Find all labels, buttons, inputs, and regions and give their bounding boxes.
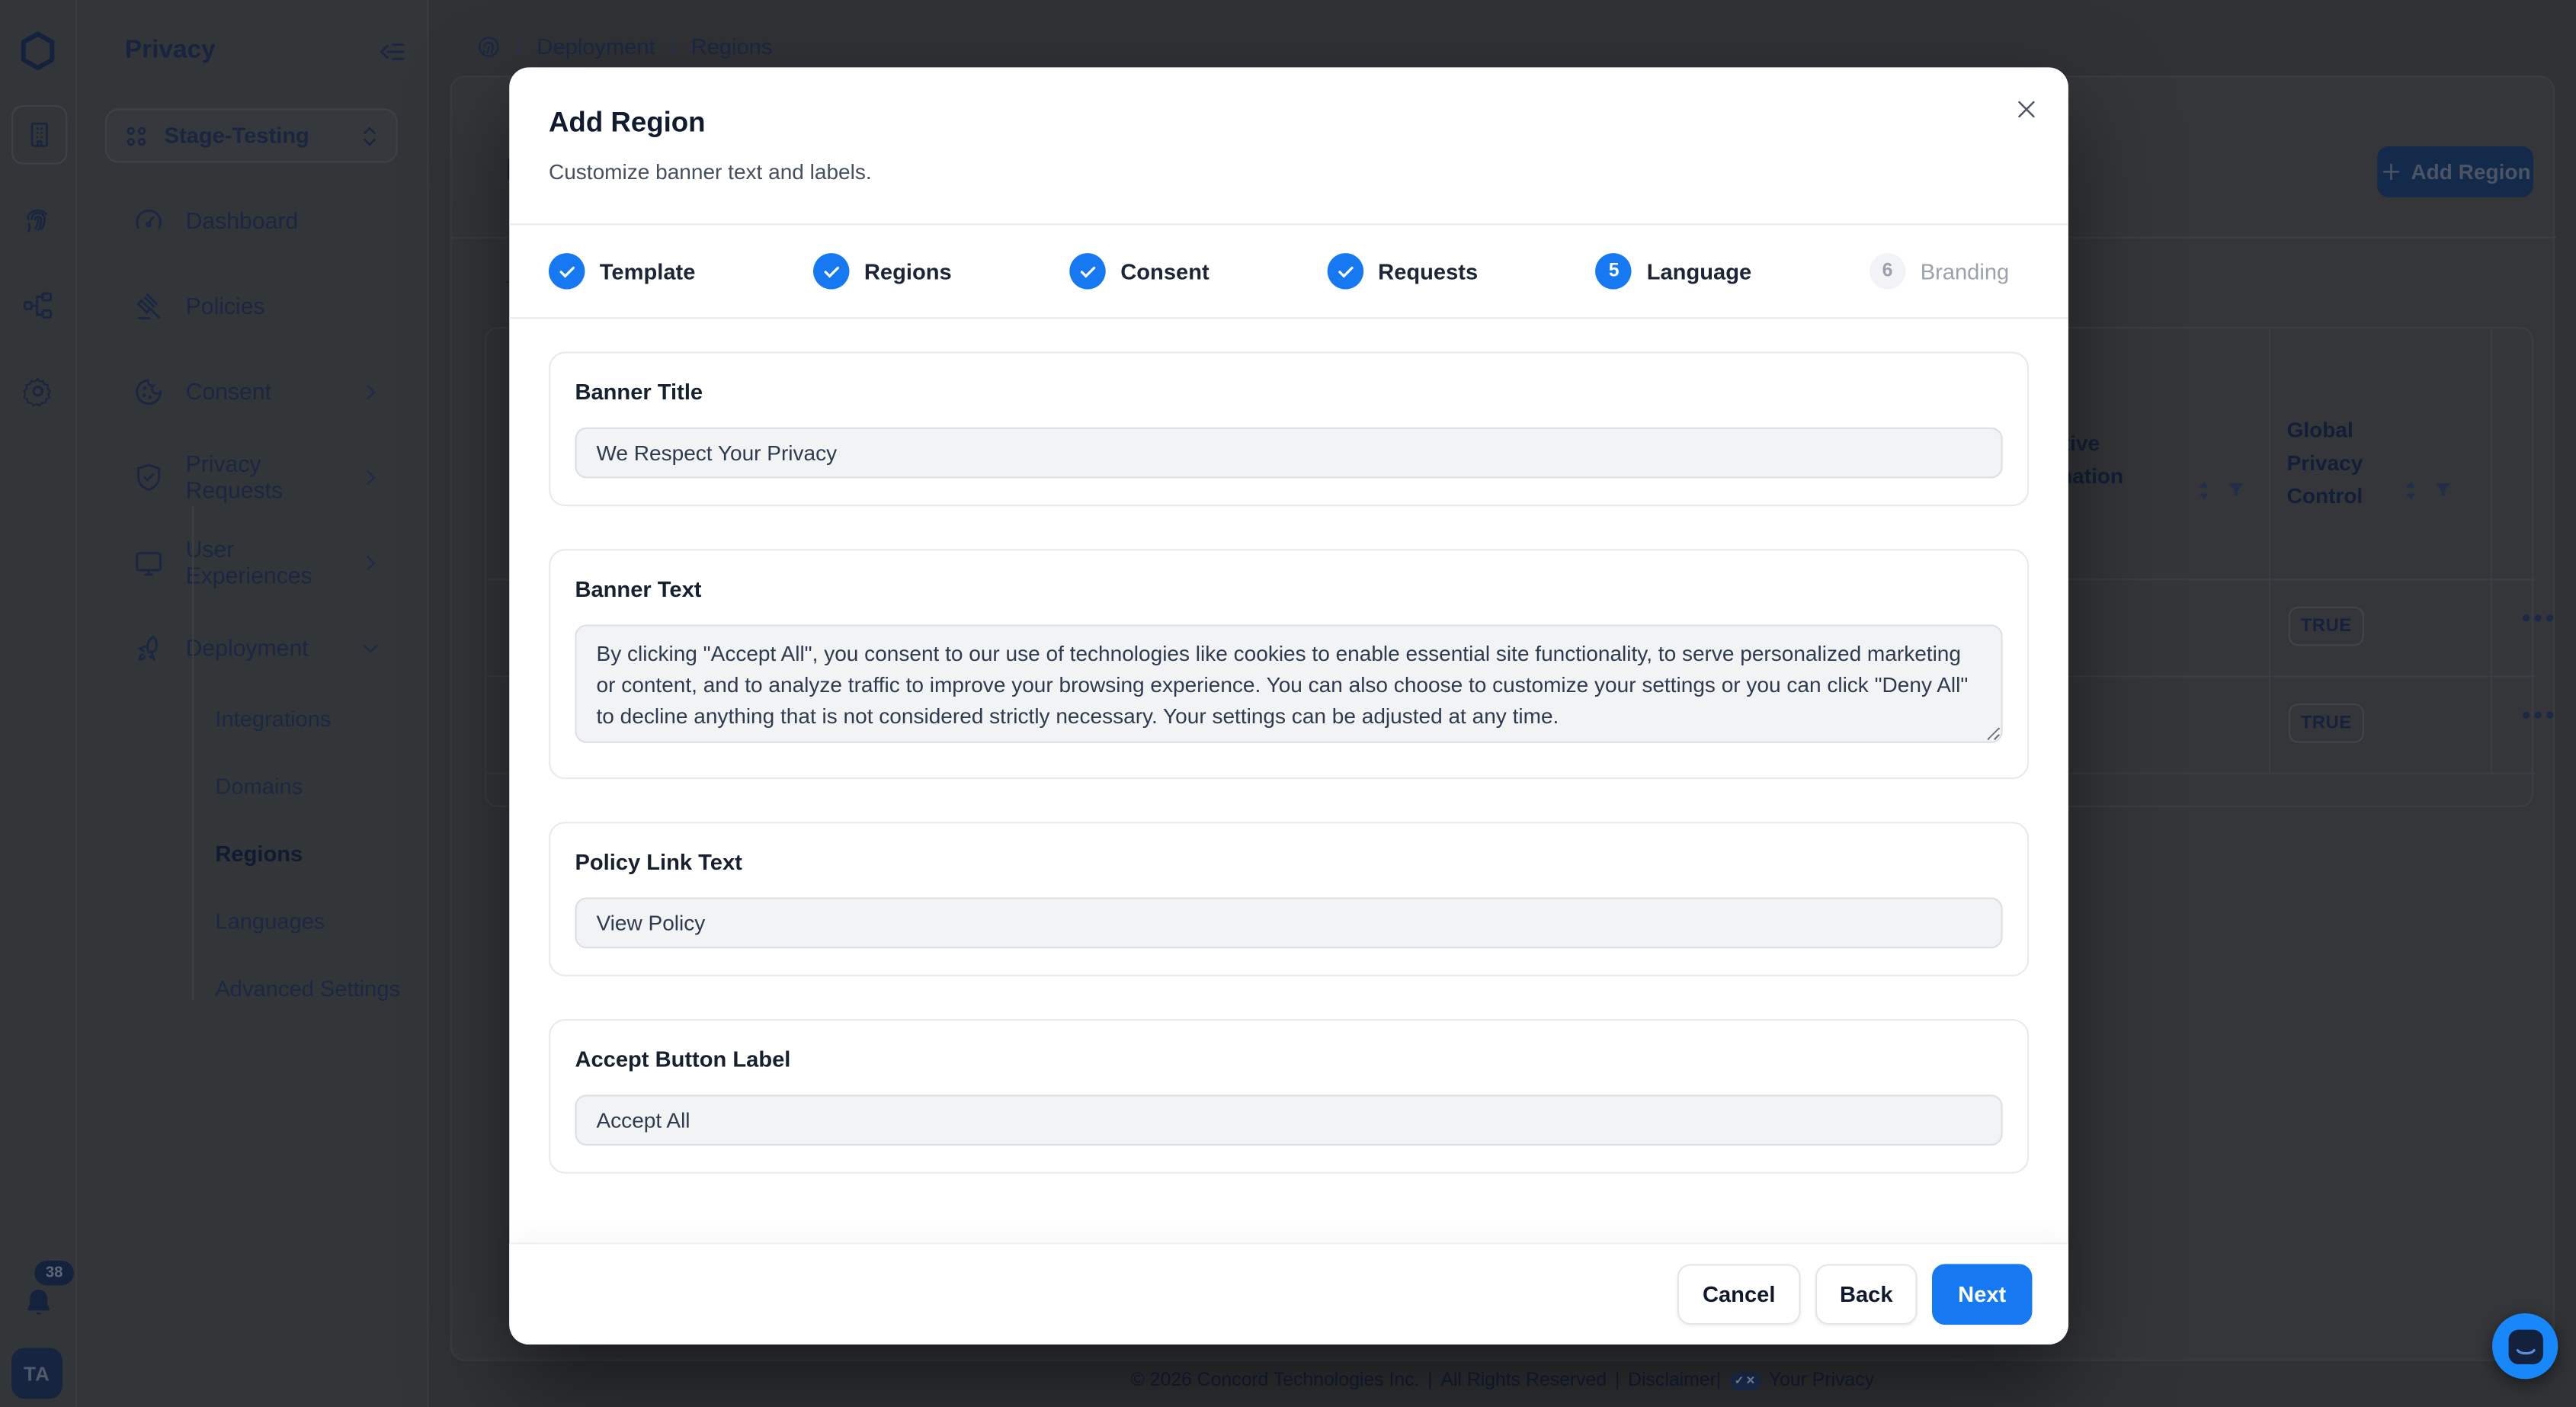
step-check-icon	[1327, 253, 1363, 289]
step-check-icon	[549, 253, 585, 289]
cookie-icon	[133, 376, 165, 407]
gear-icon[interactable]	[0, 375, 75, 408]
next-button[interactable]: Next	[1932, 1264, 2032, 1325]
rocket-icon	[133, 632, 165, 663]
row-actions-menu[interactable]: •••	[2522, 605, 2558, 633]
breadcrumb-deployment[interactable]: Deployment	[537, 34, 655, 59]
row-actions-menu[interactable]: •••	[2522, 702, 2558, 730]
modal-title: Add Region	[549, 107, 706, 139]
chevron-updown-icon	[360, 124, 380, 147]
gpc-true-badge: TRUE	[2289, 704, 2364, 743]
sidebar-item-privacy-requests[interactable]: Privacy Requests	[100, 444, 404, 509]
plus-icon	[2379, 161, 2401, 182]
field-label: Policy Link Text	[575, 850, 2002, 874]
step-check-icon	[1069, 253, 1105, 289]
sidebar-item-policies[interactable]: Policies	[100, 273, 404, 338]
accept-button-label-input[interactable]	[575, 1095, 2002, 1146]
chat-smile-icon	[2508, 1329, 2542, 1364]
modal-body: Banner Title Banner Text By clicking "Ac…	[509, 319, 2068, 1210]
sidebar-item-deployment[interactable]: Deployment	[100, 615, 404, 681]
breadcrumb-regions[interactable]: Regions	[691, 34, 773, 59]
sort-icon	[2195, 480, 2213, 502]
step-number: 5	[1596, 253, 1632, 289]
sidebar-collapse-icon[interactable]	[376, 36, 408, 67]
banner-text-card: Banner Text By clicking "Accept All", yo…	[549, 549, 2029, 779]
step-check-icon	[813, 253, 849, 289]
add-region-button[interactable]: Add Region	[2377, 146, 2533, 197]
add-region-modal: Add Region Customize banner text and lab…	[509, 67, 2068, 1345]
modal-footer: Cancel Back Next	[509, 1242, 2068, 1345]
monitor-icon	[133, 546, 165, 578]
step-number: 6	[1870, 253, 1905, 289]
chat-launcher-button[interactable]	[2492, 1313, 2558, 1379]
close-icon[interactable]	[2007, 91, 2043, 127]
accept-button-label-card: Accept Button Label	[549, 1019, 2029, 1174]
bell-icon[interactable]	[0, 1285, 75, 1319]
chevron-right-icon	[360, 466, 381, 487]
cancel-button[interactable]: Cancel	[1677, 1264, 1801, 1325]
icon-rail: 38 TA	[0, 0, 77, 1407]
app-title: Privacy	[125, 36, 216, 66]
fingerprint-icon[interactable]	[0, 204, 75, 236]
disclaimer-link[interactable]: Disclaimer|	[1628, 1371, 1721, 1391]
site-footer: © 2026 Concord Technologies Inc. | All R…	[429, 1371, 2576, 1391]
step-language[interactable]: 5 Language	[1596, 253, 1751, 289]
step-template[interactable]: Template	[549, 253, 695, 289]
shield-check-icon	[133, 461, 165, 492]
app-root: 38 TA Privacy Stage-Testing Dashboard Po…	[0, 0, 2576, 1407]
chevron-down-icon	[360, 637, 381, 659]
chevron-right-icon	[360, 380, 381, 402]
sidebar-item-consent[interactable]: Consent	[100, 358, 404, 424]
banner-title-input[interactable]	[575, 428, 2002, 479]
field-label: Banner Title	[575, 380, 2002, 404]
org-chart-icon[interactable]	[0, 290, 75, 322]
subnav-indent-line	[192, 506, 194, 999]
sidebar: Privacy Stage-Testing Dashboard Policies…	[77, 0, 428, 1407]
workspace-name: Stage-Testing	[165, 123, 345, 148]
sort-icon	[2401, 480, 2420, 502]
privacy-options-icon: ✓✕	[1729, 1372, 1761, 1390]
user-avatar[interactable]: TA	[11, 1348, 62, 1399]
field-label: Accept Button Label	[575, 1047, 2002, 1072]
column-header-global-privacy-control[interactable]: Global Privacy Control	[2287, 414, 2402, 513]
policy-link-text-input[interactable]	[575, 897, 2002, 948]
gauge-icon	[133, 204, 165, 236]
back-button[interactable]: Back	[1815, 1264, 1918, 1325]
gpc-true-badge: TRUE	[2289, 607, 2364, 646]
gavel-icon	[133, 290, 165, 322]
chevron-right-icon	[360, 552, 381, 573]
fingerprint-icon	[476, 34, 501, 59]
sidebar-item-user-experiences[interactable]: User Experiences	[100, 529, 404, 595]
policy-link-text-card: Policy Link Text	[549, 822, 2029, 976]
building-icon[interactable]	[11, 105, 67, 165]
field-label: Banner Text	[575, 577, 2002, 601]
filter-icon	[2226, 480, 2246, 500]
step-branding[interactable]: 6 Branding	[1870, 253, 2009, 289]
banner-text-textarea[interactable]: By clicking "Accept All", you consent to…	[575, 624, 2002, 742]
sidebar-header: Privacy	[77, 23, 427, 79]
step-consent[interactable]: Consent	[1069, 253, 1209, 289]
step-regions[interactable]: Regions	[813, 253, 952, 289]
your-privacy-link[interactable]: Your Privacy	[1769, 1371, 1874, 1391]
breadcrumb: / Deployment / Regions	[476, 34, 772, 59]
step-requests[interactable]: Requests	[1327, 253, 1478, 289]
banner-title-card: Banner Title	[549, 351, 2029, 506]
concord-logo-icon[interactable]	[0, 30, 75, 72]
modal-stepper: Template Regions Consent Requests 5 Lang…	[509, 223, 2068, 319]
modal-subtitle: Customize banner text and labels.	[549, 159, 872, 184]
notification-badge[interactable]: 38	[34, 1261, 74, 1285]
sidebar-item-dashboard[interactable]: Dashboard	[100, 187, 404, 253]
workspace-selector[interactable]: Stage-Testing	[105, 108, 398, 162]
filter-icon	[2433, 480, 2453, 500]
